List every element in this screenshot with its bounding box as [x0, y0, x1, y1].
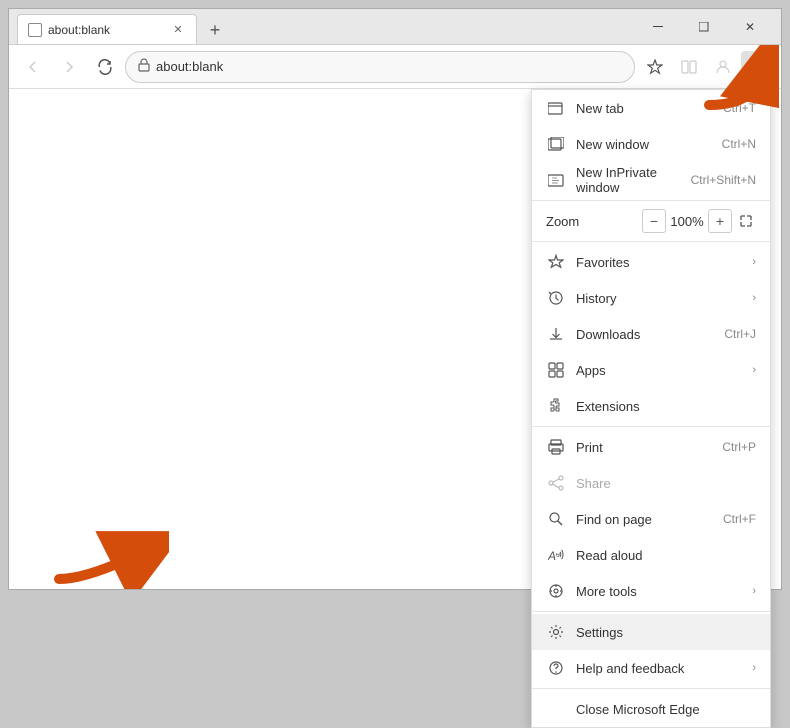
menu-print-label: Print: [576, 440, 714, 455]
restore-button[interactable]: [681, 9, 727, 45]
menu-item-new-window[interactable]: New window Ctrl+N: [532, 126, 770, 162]
nav-bar: about:blank: [9, 45, 781, 89]
menu-new-window-icon: [546, 134, 566, 154]
menu-divider-3: [532, 426, 770, 427]
active-tab[interactable]: about:blank ✕: [17, 14, 197, 44]
menu-close-edge-label: Close Microsoft Edge: [576, 702, 756, 717]
dropdown-menu: New tab Ctrl+T New window Ctrl+N New InP…: [531, 89, 771, 728]
menu-apps-icon: [546, 360, 566, 380]
menu-favorites-label: Favorites: [576, 255, 748, 270]
zoom-label: Zoom: [546, 214, 642, 229]
tab-close-button[interactable]: ✕: [170, 22, 186, 38]
title-bar: about:blank ✕ + ✕: [9, 9, 781, 45]
close-button[interactable]: ✕: [727, 9, 773, 45]
menu-settings-icon: [546, 622, 566, 642]
address-bar[interactable]: about:blank: [125, 51, 635, 83]
menu-item-share[interactable]: Share: [532, 465, 770, 501]
menu-read-aloud-icon: Aᵾ: [546, 545, 566, 565]
menu-history-label: History: [576, 291, 748, 306]
menu-share-icon: [546, 473, 566, 493]
favorites-arrow-icon: ›: [752, 256, 756, 268]
back-button[interactable]: [17, 51, 49, 83]
favorites-star-button[interactable]: [639, 51, 671, 83]
menu-divider-4: [532, 611, 770, 612]
read-mode-button[interactable]: [673, 51, 705, 83]
menu-item-downloads[interactable]: Downloads Ctrl+J: [532, 316, 770, 352]
menu-new-tab-label: New tab: [576, 101, 715, 116]
page-content: New tab Ctrl+T New window Ctrl+N New InP…: [9, 89, 781, 589]
menu-help-label: Help and feedback: [576, 661, 748, 676]
menu-new-tab-icon: [546, 98, 566, 118]
menu-print-icon: [546, 437, 566, 457]
zoom-control: Zoom − 100% +: [532, 203, 770, 239]
menu-apps-label: Apps: [576, 363, 748, 378]
nav-actions: [639, 51, 773, 83]
zoom-value: 100%: [666, 214, 708, 229]
address-text: about:blank: [156, 59, 622, 74]
zoom-expand-button[interactable]: [736, 211, 756, 231]
menu-item-apps[interactable]: Apps ›: [532, 352, 770, 388]
menu-extensions-label: Extensions: [576, 399, 756, 414]
address-lock-icon: [138, 58, 150, 75]
menu-inprivate-icon: [546, 170, 566, 190]
menu-new-window-label: New window: [576, 137, 714, 152]
menu-inprivate-label: New InPrivate window: [576, 165, 683, 195]
menu-item-new-tab[interactable]: New tab Ctrl+T: [532, 90, 770, 126]
menu-item-settings[interactable]: Settings: [532, 614, 770, 650]
menu-find-shortcut: Ctrl+F: [723, 512, 756, 526]
menu-share-label: Share: [576, 476, 756, 491]
menu-history-icon: [546, 288, 566, 308]
menu-downloads-label: Downloads: [576, 327, 716, 342]
tab-area: about:blank ✕ +: [17, 9, 635, 44]
new-tab-button[interactable]: +: [201, 16, 229, 44]
refresh-button[interactable]: [89, 51, 121, 83]
more-tools-arrow-icon: ›: [752, 585, 756, 597]
history-arrow-icon: ›: [752, 292, 756, 304]
menu-divider-1: [532, 200, 770, 201]
browser-window: about:blank ✕ + ✕: [8, 8, 782, 590]
menu-extensions-icon: [546, 396, 566, 416]
svg-text:ᵾ: ᵾ: [556, 552, 560, 559]
menu-read-aloud-label: Read aloud: [576, 548, 756, 563]
menu-item-print[interactable]: Print Ctrl+P: [532, 429, 770, 465]
minimize-button[interactable]: [635, 9, 681, 45]
menu-find-label: Find on page: [576, 512, 715, 527]
menu-new-window-shortcut: Ctrl+N: [722, 137, 756, 151]
menu-item-extensions[interactable]: Extensions: [532, 388, 770, 424]
menu-item-find[interactable]: Find on page Ctrl+F: [532, 501, 770, 537]
zoom-increase-button[interactable]: +: [708, 209, 732, 233]
zoom-decrease-button[interactable]: −: [642, 209, 666, 233]
menu-divider-2: [532, 241, 770, 242]
menu-find-icon: [546, 509, 566, 529]
menu-item-more-tools[interactable]: More tools ›: [532, 573, 770, 609]
svg-text:A: A: [548, 549, 556, 563]
forward-button[interactable]: [53, 51, 85, 83]
menu-item-history[interactable]: History ›: [532, 280, 770, 316]
menu-help-icon: [546, 658, 566, 678]
menu-close-edge-icon: [546, 699, 566, 719]
menu-divider-5: [532, 688, 770, 689]
menu-more-tools-label: More tools: [576, 584, 748, 599]
menu-item-read-aloud[interactable]: Aᵾ Read aloud: [532, 537, 770, 573]
menu-downloads-shortcut: Ctrl+J: [724, 327, 756, 341]
menu-inprivate-shortcut: Ctrl+Shift+N: [691, 173, 756, 187]
tab-label: about:blank: [48, 23, 164, 37]
window-controls: ✕: [635, 9, 773, 45]
menu-button[interactable]: [741, 51, 773, 83]
menu-print-shortcut: Ctrl+P: [722, 440, 756, 454]
menu-more-tools-icon: [546, 581, 566, 601]
menu-item-help[interactable]: Help and feedback ›: [532, 650, 770, 686]
profile-button[interactable]: [707, 51, 739, 83]
menu-item-favorites[interactable]: Favorites ›: [532, 244, 770, 280]
tab-page-icon: [28, 23, 42, 37]
settings-arrow: [49, 509, 169, 589]
help-arrow-icon: ›: [752, 662, 756, 674]
menu-item-inprivate[interactable]: New InPrivate window Ctrl+Shift+N: [532, 162, 770, 198]
apps-arrow-icon: ›: [752, 364, 756, 376]
menu-item-close-edge[interactable]: Close Microsoft Edge: [532, 691, 770, 727]
menu-downloads-icon: [546, 324, 566, 344]
menu-favorites-icon: [546, 252, 566, 272]
menu-new-tab-shortcut: Ctrl+T: [723, 101, 756, 115]
menu-settings-label: Settings: [576, 625, 756, 640]
